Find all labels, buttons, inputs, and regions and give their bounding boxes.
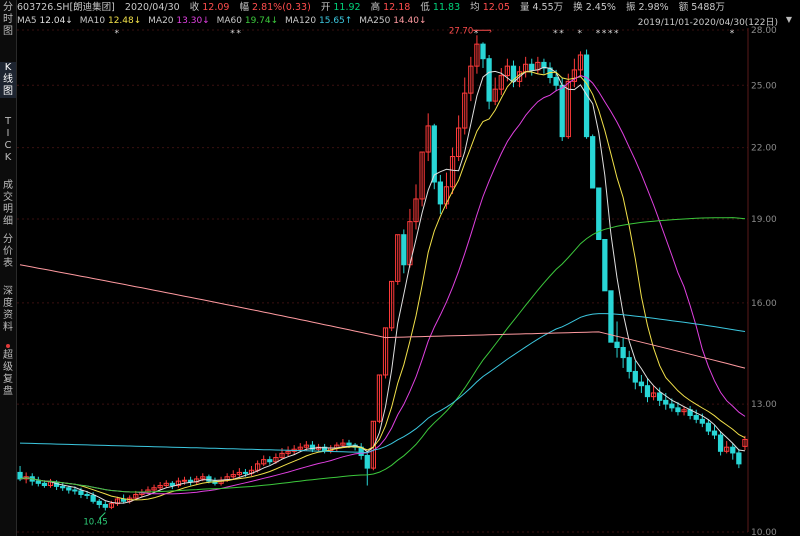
candle-body xyxy=(711,430,718,436)
event-star-icon: * xyxy=(553,29,558,39)
candle-body xyxy=(72,489,78,492)
event-star-icon: * xyxy=(559,29,564,39)
event-star-icon: * xyxy=(577,29,582,39)
candle-body xyxy=(699,418,705,424)
candle-body xyxy=(242,471,249,474)
candle-body xyxy=(35,480,41,484)
ma60-line xyxy=(19,217,746,493)
kline-chart[interactable]: 28.0025.0022.0019.0016.0013.0010.00* * * * *… xyxy=(0,0,800,536)
y-tick-label: 13.00 xyxy=(751,400,777,410)
candle-body xyxy=(480,43,486,60)
candle-body xyxy=(559,84,565,138)
high-price-label: 27.70 xyxy=(449,26,473,36)
candle-body xyxy=(267,459,273,463)
candle-body xyxy=(529,63,535,71)
candle-body xyxy=(102,504,108,508)
high-arrow-icon: › xyxy=(489,26,492,35)
candle-body xyxy=(401,234,407,266)
candle-body xyxy=(730,446,736,454)
candle-body xyxy=(41,482,48,487)
candle-body xyxy=(96,500,102,506)
ma20-line xyxy=(19,74,746,495)
y-tick-label: 10.00 xyxy=(751,528,777,536)
event-star-icon: * xyxy=(115,29,120,39)
candle-body xyxy=(364,454,370,469)
candle-body xyxy=(657,392,663,401)
candle-body xyxy=(736,452,742,465)
candle-body xyxy=(632,370,638,383)
event-star-icon: * xyxy=(602,29,607,39)
y-tick-label: 28.00 xyxy=(751,26,777,36)
candle-body xyxy=(66,487,72,491)
candle-body xyxy=(644,385,651,398)
candle-body xyxy=(437,181,444,205)
event-star-icon: * xyxy=(614,29,619,39)
candle-body xyxy=(693,414,699,420)
candle-body xyxy=(78,490,84,495)
candle-body xyxy=(90,494,96,502)
candle-body xyxy=(614,341,620,348)
candle-body xyxy=(346,442,352,446)
y-tick-label: 22.00 xyxy=(751,144,777,154)
candle-body xyxy=(663,399,669,405)
candle-body xyxy=(486,58,492,102)
event-star-icon: * xyxy=(230,29,235,39)
candle-body xyxy=(553,77,559,86)
candle-body xyxy=(620,346,626,359)
candle-body xyxy=(206,476,212,482)
low-price-label: 10.45 xyxy=(83,518,107,528)
candle-body xyxy=(60,485,66,489)
event-star-icon: * xyxy=(730,29,735,39)
candle-body xyxy=(705,422,712,432)
y-tick-label: 25.00 xyxy=(751,81,777,91)
candle-body xyxy=(590,136,596,189)
candle-body xyxy=(669,403,675,409)
candle-body xyxy=(675,407,681,413)
event-star-icon: * xyxy=(596,29,601,39)
candle-body xyxy=(602,238,608,292)
event-star-icon: * xyxy=(236,29,241,39)
candle-body xyxy=(169,482,175,487)
event-star-icon: * xyxy=(608,29,613,39)
y-tick-label: 16.00 xyxy=(751,299,777,309)
y-tick-label: 19.00 xyxy=(751,215,777,225)
candle-body xyxy=(181,479,188,482)
candle-body xyxy=(638,381,645,387)
candle-body xyxy=(17,471,23,480)
candle-body xyxy=(583,54,590,138)
candle-body xyxy=(626,357,632,372)
candle-body xyxy=(84,493,90,496)
candle-body xyxy=(717,434,724,452)
